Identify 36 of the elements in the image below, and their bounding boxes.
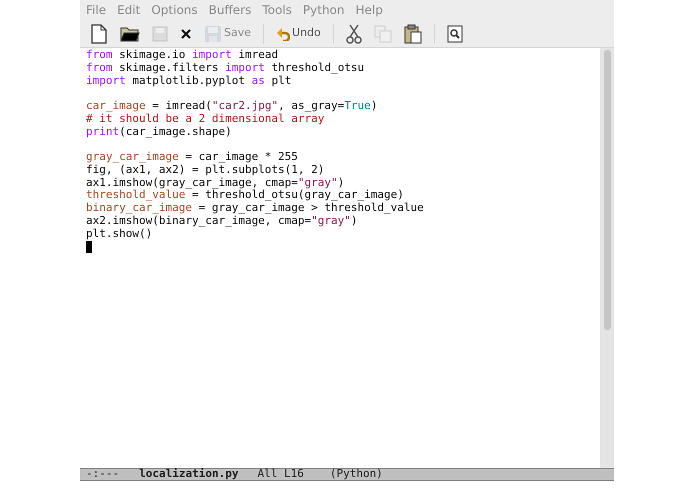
undo-arrow-icon [276,26,290,40]
menu-item[interactable]: Help [356,1,383,19]
code-line: car_image = imread("car2.jpg", as_gray=True) [86,100,378,113]
code-line: gray_car_image = car_image * 255 [86,151,298,164]
code-line: binary_car_image = gray_car_image > threshold_value [86,202,424,215]
scrollbar-thumb[interactable] [604,50,610,330]
menu-item[interactable]: Edit [117,1,140,19]
text-cursor [86,240,92,253]
code-line: fig, (ax1, ax2) = plt.subplots(1, 2) [86,164,324,176]
code-line: ax2.imshow(binary_car_image, cmap="gray") [86,214,358,228]
buffer-name: localization.py [139,466,238,482]
scissors-icon [346,24,362,44]
folder-icon [120,26,140,42]
clipboard-icon [404,24,422,44]
code-line: from skimage.filters import threshold_otsu [86,62,364,74]
code-line: threshold_value = threshold_otsu(gray_car_image) [86,189,404,202]
menu-item[interactable]: File [86,1,106,19]
toolbar-button[interactable]: Undo [272,22,325,46]
search-icon [446,24,463,42]
menu-item[interactable]: Options [151,1,198,19]
code-line: # it should be a 2 dimensional array [86,112,324,126]
menu-item[interactable]: Buffers [208,1,252,19]
menu-item[interactable]: Python [302,1,345,19]
copy-icon [374,24,392,42]
scrollbar[interactable] [600,48,614,468]
code-line: import matplotlib.pyplot as plt [86,74,292,88]
menu-item[interactable]: Tools [262,1,292,19]
code-line: print(car_image.shape) [86,126,232,138]
close-icon [180,28,192,40]
new-file-icon [90,24,108,44]
code-line: from skimage.io import imread [86,49,278,62]
mode-line-status: -:--- [86,466,120,482]
code-line: ax1.imshow(gray_car_image, cmap="gray") [86,176,344,189]
code-line: plt.show() [86,228,152,240]
major-mode: (Python) [330,466,383,482]
buffer-position: All L16 [257,466,304,482]
